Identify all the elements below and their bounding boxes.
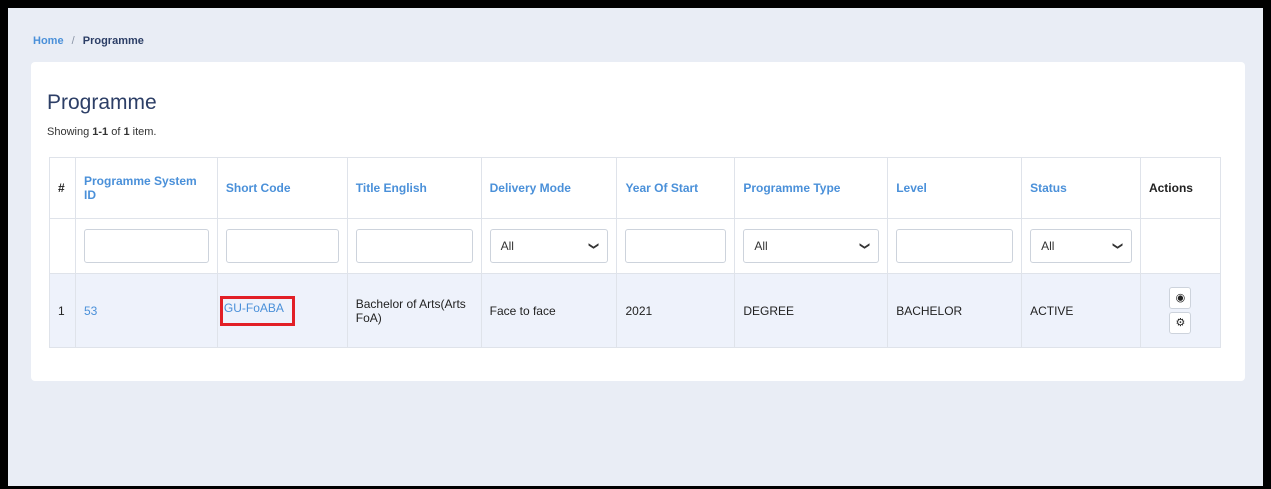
chevron-down-icon: ❯ [588, 241, 600, 251]
col-header-level[interactable]: Level [887, 157, 1023, 219]
col-header-title-english[interactable]: Title English [346, 157, 482, 219]
breadcrumb-home-link[interactable]: Home [33, 35, 64, 47]
filter-cell-index [49, 218, 76, 274]
settings-button[interactable]: ⚙ [1169, 312, 1192, 334]
filter-title-english-input[interactable] [355, 229, 473, 263]
filter-cell-actions [1139, 218, 1222, 274]
row-short-code-link[interactable]: GU-FoABA [224, 301, 284, 315]
row-programme-type: DEGREE [734, 273, 889, 348]
gear-icon: ⚙ [1175, 317, 1186, 329]
filter-programme-type-value: All [754, 239, 768, 253]
row-index: 1 [49, 273, 76, 348]
summary-mid: of [108, 126, 124, 138]
page-title: Programme [47, 91, 157, 114]
col-header-system-id[interactable]: Programme System ID [74, 157, 218, 219]
view-button[interactable]: ◉ [1169, 287, 1192, 309]
filter-status-value: All [1041, 239, 1055, 253]
filter-delivery-mode-select[interactable]: All ❯ [489, 229, 609, 263]
summary-text: Showing 1-1 of 1 item. [47, 126, 157, 138]
filter-cell-delivery-mode: All ❯ [480, 218, 618, 274]
row-system-id-link[interactable]: 53 [84, 304, 97, 318]
chevron-down-icon: ❯ [1111, 241, 1123, 251]
filter-cell-programme-type: All ❯ [734, 218, 889, 274]
filter-cell-level [887, 218, 1023, 274]
filter-status-select[interactable]: All ❯ [1030, 229, 1132, 263]
filter-system-id-input[interactable] [83, 229, 209, 263]
row-year-of-start: 2021 [616, 273, 736, 348]
summary-prefix: Showing [47, 126, 93, 138]
filter-short-code-input[interactable] [225, 229, 339, 263]
programme-table: # Programme System ID Short Code Title E… [49, 157, 1222, 348]
filter-cell-short-code [216, 218, 348, 274]
programme-card: Programme Showing 1-1 of 1 item. # Progr… [31, 62, 1245, 381]
summary-range: 1-1 [92, 126, 109, 138]
table-row: 1 53 GU-FoABA Bachelor of Arts(Arts FoA)… [49, 273, 1222, 348]
summary-suffix: item. [129, 126, 157, 138]
filter-cell-title-english [346, 218, 482, 274]
col-header-year-of-start[interactable]: Year Of Start [616, 157, 736, 219]
row-level: BACHELOR [887, 273, 1023, 348]
row-delivery-mode: Face to face [480, 273, 618, 348]
col-header-delivery-mode[interactable]: Delivery Mode [480, 157, 618, 219]
eye-icon: ◉ [1175, 292, 1186, 304]
col-header-status[interactable]: Status [1021, 157, 1141, 219]
chevron-down-icon: ❯ [858, 241, 870, 251]
filter-programme-type-select[interactable]: All ❯ [743, 229, 880, 263]
row-short-code-cell: GU-FoABA [216, 273, 348, 348]
col-header-index: # [49, 157, 76, 219]
col-header-actions: Actions [1139, 157, 1222, 219]
viewport: Home / Programme Programme Showing 1-1 o… [8, 8, 1263, 486]
filter-delivery-mode-value: All [500, 239, 514, 253]
row-system-id-cell: 53 [74, 273, 218, 348]
col-header-short-code[interactable]: Short Code [216, 157, 348, 219]
highlight-box: GU-FoABA [219, 295, 295, 326]
filter-level-input[interactable] [896, 229, 1014, 263]
filter-cell-year-of-start [616, 218, 736, 274]
breadcrumb-current: Programme [82, 35, 144, 47]
filter-cell-system-id [74, 218, 218, 274]
row-actions: ◉ ⚙ [1139, 273, 1222, 348]
row-title-english: Bachelor of Arts(Arts FoA) [346, 273, 482, 348]
breadcrumb-separator: / [71, 35, 75, 47]
col-header-programme-type[interactable]: Programme Type [734, 157, 889, 219]
row-status: ACTIVE [1021, 273, 1141, 348]
filter-cell-status: All ❯ [1021, 218, 1141, 274]
filter-year-of-start-input[interactable] [625, 229, 727, 263]
breadcrumb: Home / Programme [33, 35, 144, 47]
